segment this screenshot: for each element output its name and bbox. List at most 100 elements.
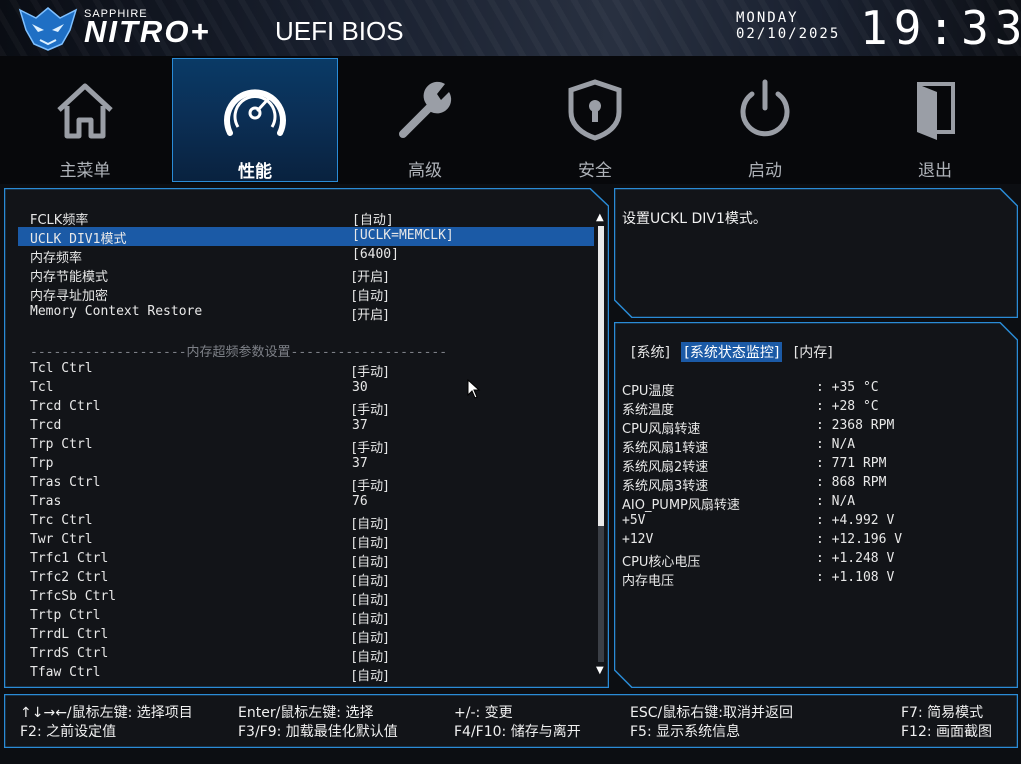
setting-row-uclk-div1[interactable]: UCLK DIV1模式 [UCLK=MEMCLK]: [18, 227, 594, 247]
monitor-row-sys-temp: 系统温度 : +28 °C: [622, 399, 1002, 418]
setting-value: [自动]: [352, 593, 389, 608]
setting-name: Tfaw Ctrl: [30, 665, 101, 680]
clock-time: 19:33: [860, 1, 1021, 55]
tab-main-menu[interactable]: 主菜单: [2, 58, 168, 182]
setting-value: [开启]: [352, 270, 389, 285]
setting-value: [自动]: [352, 612, 389, 627]
tab-performance[interactable]: 性能: [172, 58, 338, 182]
setting-name: Trfc1 Ctrl: [30, 551, 109, 566]
tab-security[interactable]: 安全: [512, 58, 678, 182]
setting-name: Trp Ctrl: [30, 437, 93, 452]
monitor-row-5v: +5V : +4.992 V: [622, 513, 1002, 532]
monitor-row-dram-voltage: 内存电压 : +1.108 V: [622, 570, 1002, 589]
setting-value: 30: [352, 380, 368, 395]
setting-row-twr-ctrl[interactable]: Twr Ctrl [自动]: [18, 531, 594, 551]
setting-row-trfc1-ctrl[interactable]: Trfc1 Ctrl [自动]: [18, 550, 594, 570]
weekday-label: MONDAY: [736, 10, 799, 26]
monitor-label: CPU风扇转速: [622, 422, 701, 437]
setting-value: [自动]: [352, 650, 389, 665]
setting-value: [自动]: [352, 213, 394, 228]
setting-row-trcd[interactable]: Trcd 37: [18, 417, 594, 436]
setting-name: TrfcSb Ctrl: [30, 589, 117, 604]
setting-row-tcl[interactable]: Tcl 30: [18, 379, 594, 398]
setting-row-trp[interactable]: Trp 37: [18, 455, 594, 474]
setting-name: Trp: [30, 456, 54, 471]
section-divider: --------------------内存超频参数设置------------…: [30, 345, 448, 360]
scroll-thumb[interactable]: [598, 226, 604, 526]
setting-value: [6400]: [352, 247, 399, 262]
setting-row-tfaw-ctrl[interactable]: Tfaw Ctrl [自动]: [18, 664, 594, 684]
setting-row-tras-ctrl[interactable]: Tras Ctrl [手动]: [18, 474, 594, 494]
setting-name: Trcd Ctrl: [30, 399, 101, 414]
setting-row-trfcsb-ctrl[interactable]: TrfcSb Ctrl [自动]: [18, 588, 594, 608]
setting-row-trc-ctrl[interactable]: Trc Ctrl [自动]: [18, 512, 594, 532]
hint-cancel: ESC/鼠标右键:取消并返回: [630, 705, 793, 721]
monitor-value: : +35 °C: [816, 380, 879, 395]
monitor-value: : N/A: [816, 437, 856, 452]
hint-select: Enter/鼠标左键: 选择: [238, 705, 374, 721]
scroll-track[interactable]: [598, 226, 604, 662]
setting-row-fclk[interactable]: FCLK频率 [自动]: [18, 208, 594, 228]
tab-boot[interactable]: 启动: [682, 58, 848, 182]
setting-row-trfc2-ctrl[interactable]: Trfc2 Ctrl [自动]: [18, 569, 594, 589]
setting-row-mem-power-saving[interactable]: 内存节能模式 [开启]: [18, 265, 594, 285]
setting-name: 内存频率: [30, 251, 83, 266]
shield-lock-icon: [568, 79, 622, 141]
hint-system-info: F5: 显示系统信息: [630, 724, 741, 740]
monitor-row-sys-fan2: 系统风扇2转速 : 771 RPM: [622, 456, 1002, 475]
tab-system[interactable]: [系统]: [628, 342, 673, 362]
hint-navigate: ↑↓→←/鼠标左键: 选择项目: [20, 705, 193, 721]
scroll-down-arrow-icon[interactable]: ▼: [596, 665, 604, 676]
setting-value: [开启]: [352, 308, 389, 323]
setting-name: Tras Ctrl: [30, 475, 101, 490]
hint-screenshot: F12: 画面截图: [901, 724, 993, 740]
setting-name: TrrdL Ctrl: [30, 627, 109, 642]
setting-name: Tcl Ctrl: [30, 361, 93, 376]
tab-exit[interactable]: 退出: [852, 58, 1018, 182]
setting-name: 内存寻址加密: [30, 289, 109, 304]
setting-value: [手动]: [352, 441, 389, 456]
setting-row-trrdl-ctrl[interactable]: TrrdL Ctrl [自动]: [18, 626, 594, 646]
setting-value: [手动]: [352, 479, 389, 494]
setting-value: 76: [352, 494, 368, 509]
setting-row-trrds-ctrl[interactable]: TrrdS Ctrl [自动]: [18, 645, 594, 665]
monitor-row-vcore: CPU核心电压 : +1.248 V: [622, 551, 1002, 570]
key-help-footer: ↑↓→←/鼠标左键: 选择项目 Enter/鼠标左键: 选择 +/-: 变更 E…: [4, 694, 1018, 748]
tab-advanced[interactable]: 高级: [342, 58, 508, 182]
monitor-row-sys-fan3: 系统风扇3转速 : 868 RPM: [622, 475, 1002, 494]
monitor-label: 系统风扇1转速: [622, 441, 709, 456]
home-icon: [57, 83, 113, 139]
settings-scrollbar[interactable]: ▲ ▼: [596, 212, 606, 676]
setting-value: [自动]: [352, 289, 389, 304]
hint-easy-mode: F7: 简易模式: [901, 705, 984, 721]
hint-load-defaults: F3/F9: 加载最佳化默认值: [238, 724, 398, 740]
setting-row-tcl-ctrl[interactable]: Tcl Ctrl [手动]: [18, 360, 594, 380]
hint-save-exit: F4/F10: 储存与离开: [454, 724, 581, 740]
monitor-label: +12V: [622, 532, 654, 547]
setting-row-mem-context-restore[interactable]: Memory Context Restore [开启]: [18, 303, 594, 323]
main-nav: 主菜单 性能 高级 安全 启动 退出: [0, 56, 1021, 184]
wrench-icon: [399, 81, 452, 138]
scroll-up-arrow-icon[interactable]: ▲: [596, 212, 604, 223]
setting-row-trp-ctrl[interactable]: Trp Ctrl [手动]: [18, 436, 594, 456]
tab-label: 高级: [408, 161, 442, 181]
tab-system-monitor[interactable]: [系统状态监控]: [681, 342, 783, 362]
monitor-value: : 2368 RPM: [816, 418, 895, 433]
setting-value: [自动]: [352, 631, 389, 646]
setting-name: Trfc2 Ctrl: [30, 570, 109, 585]
setting-name: Trtp Ctrl: [30, 608, 101, 623]
setting-value: [自动]: [352, 669, 389, 684]
setting-row-trcd-ctrl[interactable]: Trcd Ctrl [手动]: [18, 398, 594, 418]
monitor-value: : +4.992 V: [816, 513, 895, 528]
mouse-pointer-icon: [467, 379, 481, 399]
speedometer-icon: [224, 89, 286, 136]
tab-memory[interactable]: [内存]: [791, 342, 836, 362]
setting-row-tras[interactable]: Tras 76: [18, 493, 594, 512]
monitor-row-12v: +12V : +12.196 V: [622, 532, 1002, 551]
monitor-value: : +28 °C: [816, 399, 879, 414]
monitor-value: : 771 RPM: [816, 456, 887, 471]
setting-row-trtp-ctrl[interactable]: Trtp Ctrl [自动]: [18, 607, 594, 627]
setting-row-mem-freq[interactable]: 内存频率 [6400]: [18, 246, 594, 266]
tab-label: 启动: [748, 161, 782, 181]
setting-row-mem-addr-encrypt[interactable]: 内存寻址加密 [自动]: [18, 284, 594, 304]
